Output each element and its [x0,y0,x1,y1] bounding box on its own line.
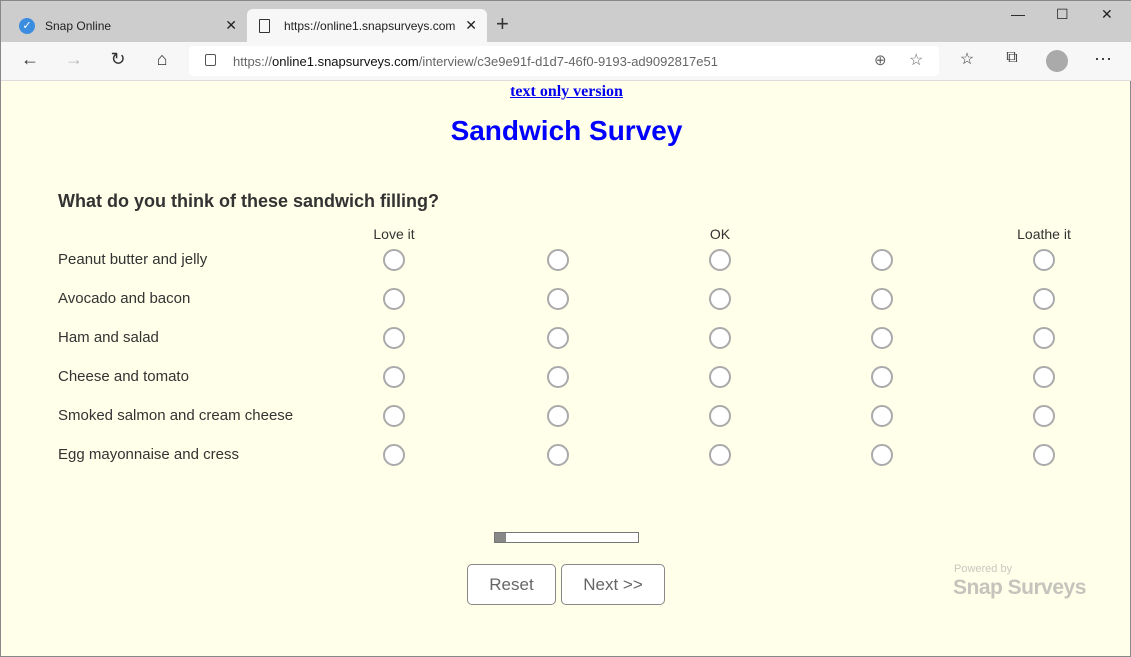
maximize-icon[interactable]: ☐ [1056,6,1069,23]
minimize-icon[interactable]: — [1011,6,1025,22]
rating-radio[interactable] [709,327,731,349]
rating-radio[interactable] [871,327,893,349]
next-button[interactable]: Next >> [561,564,665,605]
rating-radio[interactable] [383,366,405,388]
rating-radio[interactable] [383,249,405,271]
rating-radio[interactable] [871,444,893,466]
close-tab-icon[interactable]: ✕ [225,17,237,34]
row-label: Cheese and tomato [58,368,189,385]
url-host: online1.snapsurveys.com [272,53,419,69]
url-path: /interview/c3e9e91f-d1d7-46f0-9193-ad909… [418,53,718,69]
rating-radio[interactable] [1033,366,1055,388]
scale-header: Loathe it [1017,226,1071,242]
rating-radio[interactable] [547,249,569,271]
new-tab-icon[interactable]: + [496,11,509,37]
profile-avatar[interactable] [1046,50,1068,72]
rating-radio[interactable] [1033,444,1055,466]
row-label: Smoked salmon and cream cheese [58,407,294,424]
checkmark-badge-icon: ✓ [19,17,35,34]
back-icon[interactable]: ← [18,49,42,70]
progress-fill [495,533,507,542]
favorites-icon[interactable]: ☆ [955,49,979,69]
rating-radio[interactable] [871,405,893,427]
row-label: Ham and salad [58,329,159,346]
rating-radio[interactable] [1033,327,1055,349]
reset-button[interactable]: Reset [467,564,556,605]
page-title: Sandwich Survey [450,115,683,146]
tab-snap-online[interactable]: ✓ Snap Online ✕ [9,9,247,42]
rating-radio[interactable] [547,327,569,349]
snap-surveys-logo: Snap Surveys [953,576,1086,599]
address-bar[interactable]: https://online1.snapsurveys.com/intervie… [189,46,939,76]
row-label: Avocado and bacon [58,290,191,307]
row-label: Peanut butter and jelly [58,251,208,268]
forward-icon[interactable]: → [62,49,86,70]
powered-by-text: Powered by [954,563,1013,575]
rating-radio[interactable] [871,288,893,310]
rating-radio[interactable] [547,405,569,427]
rating-radio[interactable] [1033,249,1055,271]
page-icon [259,18,270,33]
url-prefix: https:// [233,53,273,69]
scale-header: OK [709,226,731,242]
rating-radio[interactable] [709,366,731,388]
zoom-icon[interactable]: ⊕ [874,51,887,69]
tab-title: Snap Online [45,18,112,33]
rating-radio[interactable] [547,288,569,310]
rating-radio[interactable] [709,444,731,466]
rating-radio[interactable] [383,405,405,427]
question-text: What do you think of these sandwich fill… [58,191,439,211]
row-label: Egg mayonnaise and cress [58,446,239,463]
rating-radio[interactable] [1033,288,1055,310]
tab-survey[interactable]: https://online1.snapsurveys.com ✕ [247,9,487,42]
rating-radio[interactable] [383,327,405,349]
refresh-icon[interactable]: ↻ [106,49,130,70]
close-tab-icon[interactable]: ✕ [465,17,477,34]
progress-bar [494,532,639,543]
rating-radio[interactable] [547,366,569,388]
favorite-add-icon[interactable]: ☆ [909,50,923,70]
rating-radio[interactable] [871,249,893,271]
rating-radio[interactable] [709,249,731,271]
more-menu-icon[interactable]: ⋯ [1091,49,1115,70]
rating-radio[interactable] [1033,405,1055,427]
close-window-icon[interactable]: ✕ [1101,6,1113,23]
text-only-link[interactable]: text only version [1,83,1131,101]
tab-title: https://online1.snapsurveys.com [284,18,456,33]
home-icon[interactable]: ⌂ [150,49,174,70]
lock-icon [205,54,216,66]
rating-radio[interactable] [383,288,405,310]
rating-radio[interactable] [871,366,893,388]
rating-radio[interactable] [547,444,569,466]
collections-icon[interactable]: ⧉ [1000,49,1024,67]
rating-radio[interactable] [709,288,731,310]
rating-radio[interactable] [709,405,731,427]
scale-header: Love it [373,226,415,242]
rating-radio[interactable] [383,444,405,466]
